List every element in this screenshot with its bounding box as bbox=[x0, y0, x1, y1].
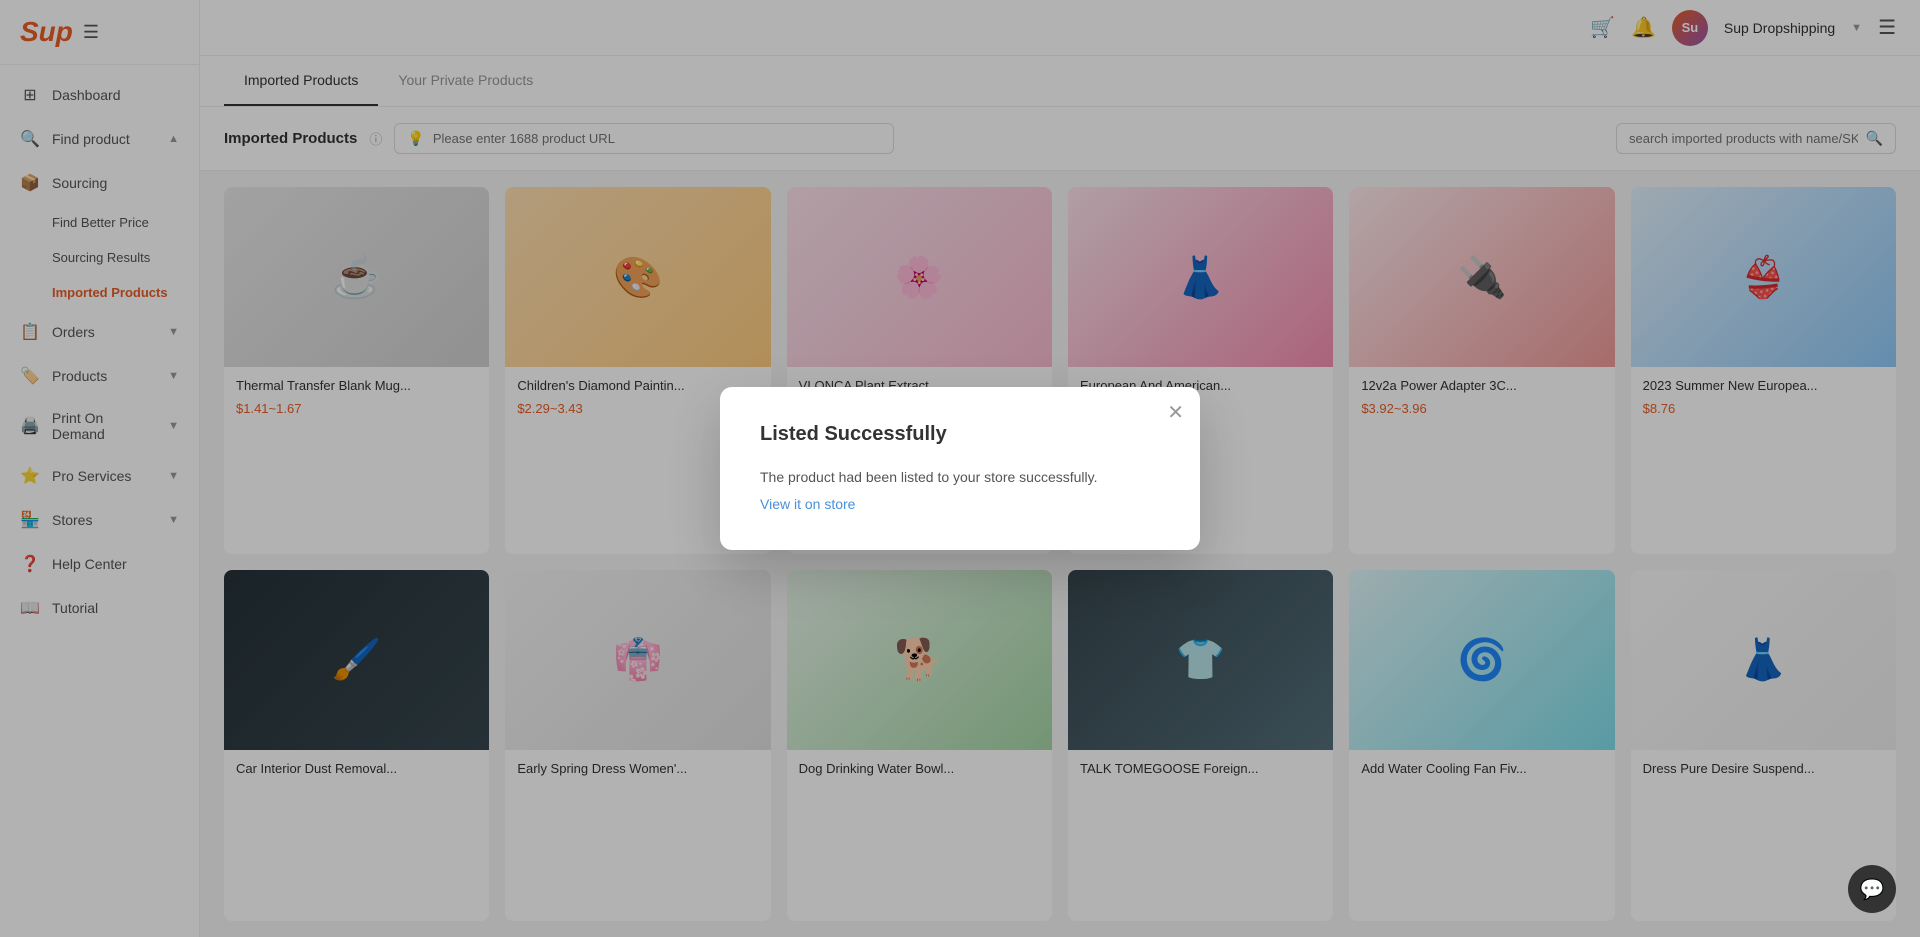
chat-widget[interactable]: 💬 bbox=[1848, 865, 1896, 913]
view-on-store-link[interactable]: View it on store bbox=[760, 496, 855, 512]
modal-overlay: ✕ Listed Successfully The product had be… bbox=[0, 0, 1920, 937]
modal-title: Listed Successfully bbox=[760, 423, 1160, 446]
success-modal: ✕ Listed Successfully The product had be… bbox=[720, 387, 1200, 550]
chat-icon: 💬 bbox=[1860, 877, 1885, 902]
modal-body: The product had been listed to your stor… bbox=[760, 466, 1160, 488]
modal-close-button[interactable]: ✕ bbox=[1167, 403, 1184, 423]
